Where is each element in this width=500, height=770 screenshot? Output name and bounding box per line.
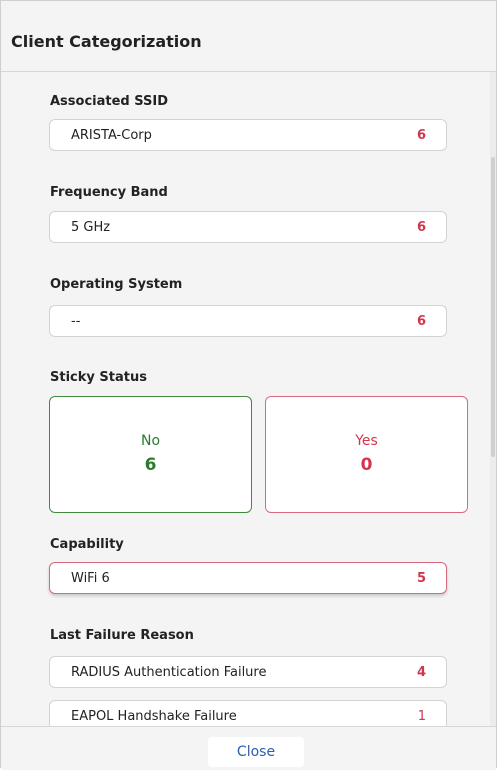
- list-item-os[interactable]: -- 6: [49, 305, 447, 337]
- sticky-yes-card[interactable]: Yes 0: [265, 396, 468, 513]
- section-title-os: Operating System: [50, 277, 183, 292]
- item-label: RADIUS Authentication Failure: [71, 665, 267, 680]
- item-label: ARISTA-Corp: [71, 128, 152, 143]
- item-label: 5 GHz: [71, 220, 111, 235]
- sticky-yes-value: 0: [360, 455, 373, 475]
- item-count: 4: [416, 665, 426, 680]
- client-categorization-panel: Client Categorization Associated SSID AR…: [0, 0, 497, 770]
- item-label: WiFi 6: [71, 571, 110, 586]
- item-label: --: [71, 314, 81, 329]
- sticky-no-value: 6: [144, 455, 157, 475]
- list-item-failure-radius[interactable]: RADIUS Authentication Failure 4: [49, 656, 447, 688]
- list-item-capability[interactable]: WiFi 6 5: [49, 562, 447, 594]
- panel-title: Client Categorization: [11, 32, 202, 51]
- list-item-band[interactable]: 5 GHz 6: [49, 211, 447, 243]
- item-count: 5: [416, 571, 426, 586]
- section-title-failure: Last Failure Reason: [50, 628, 194, 643]
- item-count: 6: [416, 220, 426, 235]
- close-button[interactable]: Close: [208, 737, 304, 767]
- item-count: 1: [417, 709, 426, 724]
- sticky-no-label: No: [140, 433, 161, 449]
- sticky-no-card[interactable]: No 6: [49, 396, 252, 513]
- scrollbar-thumb[interactable]: [491, 157, 495, 457]
- section-title-band: Frequency Band: [50, 185, 168, 200]
- panel-header: Client Categorization: [1, 1, 496, 72]
- sticky-yes-label: Yes: [355, 433, 378, 449]
- scrollbar[interactable]: [490, 72, 496, 726]
- panel-footer: Close: [1, 726, 496, 770]
- item-label: EAPOL Handshake Failure: [71, 709, 237, 724]
- section-title-sticky: Sticky Status: [50, 370, 147, 385]
- section-title-ssid: Associated SSID: [50, 94, 169, 109]
- panel-content: Associated SSID ARISTA-Corp 6 Frequency …: [1, 72, 496, 726]
- list-item-failure-eapol[interactable]: EAPOL Handshake Failure 1: [49, 700, 447, 726]
- item-count: 6: [416, 314, 426, 329]
- item-count: 6: [416, 128, 426, 143]
- section-title-capability: Capability: [50, 537, 124, 552]
- list-item-ssid[interactable]: ARISTA-Corp 6: [49, 119, 447, 151]
